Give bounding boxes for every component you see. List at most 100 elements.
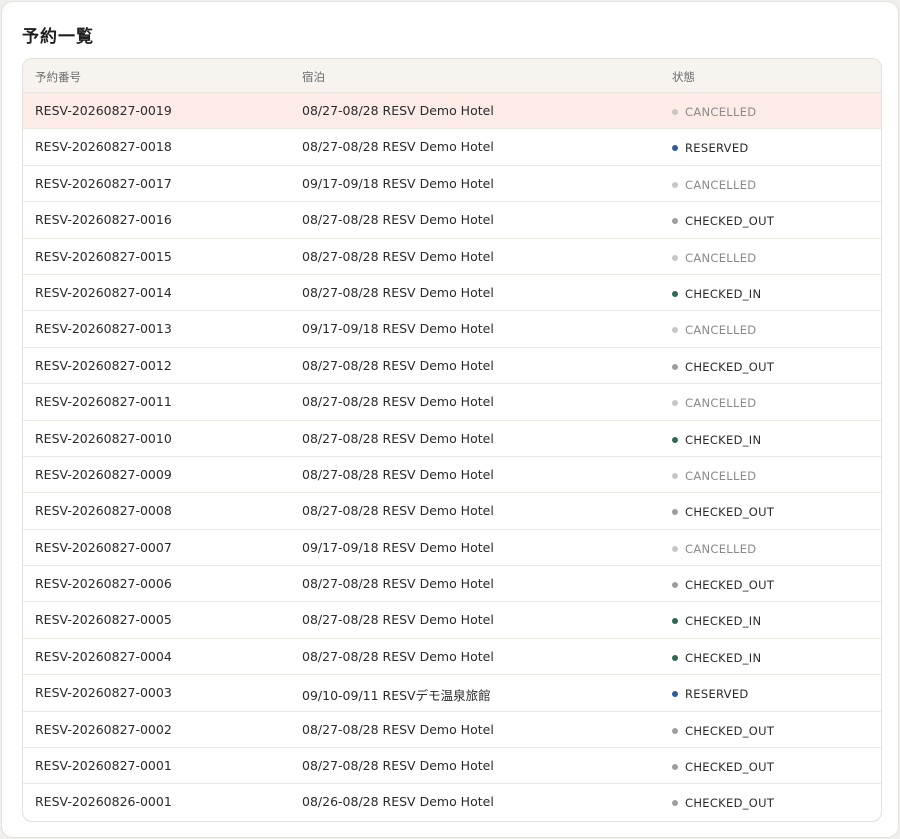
- status-dot-icon: [672, 764, 678, 771]
- status-dot-icon: [672, 327, 678, 334]
- reservation-number: RESV-20260827-0013: [35, 321, 172, 337]
- reservation-number: RESV-20260827-0007: [35, 539, 172, 555]
- status-badge: CANCELLED: [672, 178, 756, 192]
- stay-info: 09/17-09/18 RESV Demo Hotel: [302, 175, 494, 191]
- status-dot-icon: [672, 582, 678, 589]
- stay-info: 08/27-08/28 RESV Demo Hotel: [302, 503, 494, 519]
- table-row[interactable]: RESV-20260827-0003 09/10-09/11 RESVデモ温泉旅館…: [23, 675, 881, 712]
- table-row[interactable]: RESV-20260827-0011 08/27-08/28 RESV Demo …: [23, 384, 881, 421]
- status-dot-icon: [672, 509, 678, 516]
- status-label: CHECKED_OUT: [685, 760, 775, 775]
- reservation-number: RESV-20260827-0006: [35, 576, 172, 592]
- table-row[interactable]: RESV-20260827-0012 08/27-08/28 RESV Demo …: [23, 348, 881, 385]
- status-label: CANCELLED: [685, 177, 757, 192]
- stay-info: 08/27-08/28 RESV Demo Hotel: [302, 103, 494, 118]
- status-label: CANCELLED: [685, 468, 757, 483]
- table-row[interactable]: RESV-20260827-0002 08/27-08/28 RESV Demo …: [23, 712, 881, 749]
- status-dot-icon: [672, 436, 678, 443]
- status-badge: CHECKED_IN: [672, 287, 761, 301]
- reservation-number: RESV-20260827-0003: [35, 685, 172, 701]
- table-row[interactable]: RESV-20260827-0010 08/27-08/28 RESV Demo …: [23, 421, 881, 457]
- reservation-number: RESV-20260827-0015: [35, 248, 172, 264]
- status-badge: CHECKED_IN: [672, 651, 761, 665]
- status-badge: CHECKED_OUT: [672, 214, 774, 228]
- status-dot-icon: [672, 254, 678, 261]
- table-row[interactable]: RESV-20260827-0009 08/27-08/28 RESV Demo …: [23, 457, 881, 494]
- stay-info: 08/27-08/28 RESV Demo Hotel: [302, 758, 494, 774]
- table-row[interactable]: RESV-20260827-0008 08/27-08/28 RESV Demo …: [23, 493, 881, 530]
- table-row[interactable]: RESV-20260827-0017 09/17-09/18 RESV Demo …: [23, 166, 881, 203]
- status-label: RESERVED: [685, 141, 749, 156]
- table-row[interactable]: RESV-20260827-0019 08/27-08/28 RESV Demo …: [23, 93, 881, 130]
- stay-info: 08/27-08/28 RESV Demo Hotel: [302, 284, 494, 300]
- stay-info: 08/27-08/28 RESV Demo Hotel: [302, 430, 494, 446]
- reservation-number: RESV-20260827-0017: [35, 175, 172, 191]
- status-badge: CHECKED_OUT: [672, 505, 774, 519]
- table-row[interactable]: RESV-20260827-0001 08/27-08/28 RESV Demo …: [23, 748, 881, 785]
- table-body: RESV-20260827-0019 08/27-08/28 RESV Demo …: [23, 93, 881, 821]
- status-label: CHECKED_OUT: [685, 796, 775, 811]
- status-badge: CHECKED_OUT: [672, 796, 774, 810]
- table-header: 予約番号 宿泊 状態: [23, 59, 881, 93]
- status-dot-icon: [672, 691, 678, 698]
- column-header-stay: 宿泊: [302, 70, 325, 84]
- reservation-number: RESV-20260827-0009: [35, 466, 172, 482]
- status-dot-icon: [672, 145, 678, 152]
- status-dot-icon: [672, 800, 678, 807]
- column-header-reservation-number: 予約番号: [35, 70, 81, 84]
- page-title: 予約一覧: [22, 27, 94, 47]
- status-label: CHECKED_IN: [685, 614, 762, 629]
- status-dot-icon: [672, 400, 678, 407]
- status-badge: CANCELLED: [672, 542, 756, 556]
- table-row[interactable]: RESV-20260827-0007 09/17-09/18 RESV Demo …: [23, 530, 881, 567]
- status-badge: CANCELLED: [672, 105, 756, 119]
- table-row[interactable]: RESV-20260827-0005 08/27-08/28 RESV Demo …: [23, 602, 881, 639]
- status-label: CANCELLED: [685, 323, 757, 338]
- reservation-number: RESV-20260827-0001: [35, 758, 172, 774]
- stay-info: 08/27-08/28 RESV Demo Hotel: [302, 212, 494, 228]
- stay-info: 08/27-08/28 RESV Demo Hotel: [302, 648, 494, 664]
- status-dot-icon: [672, 290, 678, 297]
- stay-info: 08/27-08/28 RESV Demo Hotel: [302, 576, 494, 592]
- table-row[interactable]: RESV-20260827-0014 08/27-08/28 RESV Demo …: [23, 275, 881, 312]
- stay-info: 08/26-08/28 RESV Demo Hotel: [302, 794, 494, 810]
- stay-info: 09/10-09/11 RESVデモ温泉旅館: [302, 688, 491, 704]
- status-label: RESERVED: [685, 687, 749, 702]
- table-row[interactable]: RESV-20260827-0018 08/27-08/28 RESV Demo …: [23, 129, 881, 166]
- status-label: CANCELLED: [685, 105, 757, 119]
- status-badge: CHECKED_OUT: [672, 724, 774, 738]
- table-row[interactable]: RESV-20260827-0006 08/27-08/28 RESV Demo …: [23, 566, 881, 603]
- reservation-number: RESV-20260827-0008: [35, 503, 172, 519]
- status-badge: CANCELLED: [672, 251, 756, 265]
- status-dot-icon: [672, 545, 678, 552]
- status-badge: CHECKED_OUT: [672, 360, 774, 374]
- status-badge: CHECKED_IN: [672, 614, 761, 628]
- reservation-list-card: 予約一覧 予約番号 宿泊 状態 RESV-20260827-0019 08/27-…: [1, 1, 899, 838]
- status-dot-icon: [672, 181, 678, 188]
- status-label: CANCELLED: [685, 541, 757, 556]
- reservation-table: 予約番号 宿泊 状態 RESV-20260827-0019 08/27-08/28…: [22, 58, 882, 822]
- table-row[interactable]: RESV-20260827-0016 08/27-08/28 RESV Demo …: [23, 202, 881, 239]
- stay-info: 08/27-08/28 RESV Demo Hotel: [302, 721, 494, 737]
- status-label: CHECKED_OUT: [685, 723, 775, 738]
- status-dot-icon: [672, 218, 678, 225]
- status-label: CHECKED_OUT: [685, 505, 775, 520]
- status-label: CHECKED_IN: [685, 432, 762, 447]
- reservation-number: RESV-20260827-0014: [35, 284, 172, 300]
- table-row[interactable]: RESV-20260827-0015 08/27-08/28 RESV Demo …: [23, 239, 881, 275]
- table-row[interactable]: RESV-20260827-0013 09/17-09/18 RESV Demo …: [23, 311, 881, 348]
- status-dot-icon: [672, 363, 678, 370]
- column-header-status: 状態: [672, 70, 695, 84]
- stay-info: 08/27-08/28 RESV Demo Hotel: [302, 466, 494, 482]
- reservation-number: RESV-20260826-0001: [35, 794, 172, 810]
- table-row[interactable]: RESV-20260826-0001 08/26-08/28 RESV Demo …: [23, 784, 881, 820]
- table-row[interactable]: RESV-20260827-0004 08/27-08/28 RESV Demo …: [23, 639, 881, 676]
- status-dot-icon: [672, 109, 678, 115]
- status-label: CHECKED_OUT: [685, 214, 775, 229]
- reservation-number: RESV-20260827-0004: [35, 648, 172, 664]
- status-badge: CANCELLED: [672, 323, 756, 337]
- status-badge: RESERVED: [672, 687, 749, 701]
- stay-info: 09/17-09/18 RESV Demo Hotel: [302, 321, 494, 337]
- status-label: CHECKED_IN: [685, 650, 762, 665]
- reservation-number: RESV-20260827-0005: [35, 612, 172, 628]
